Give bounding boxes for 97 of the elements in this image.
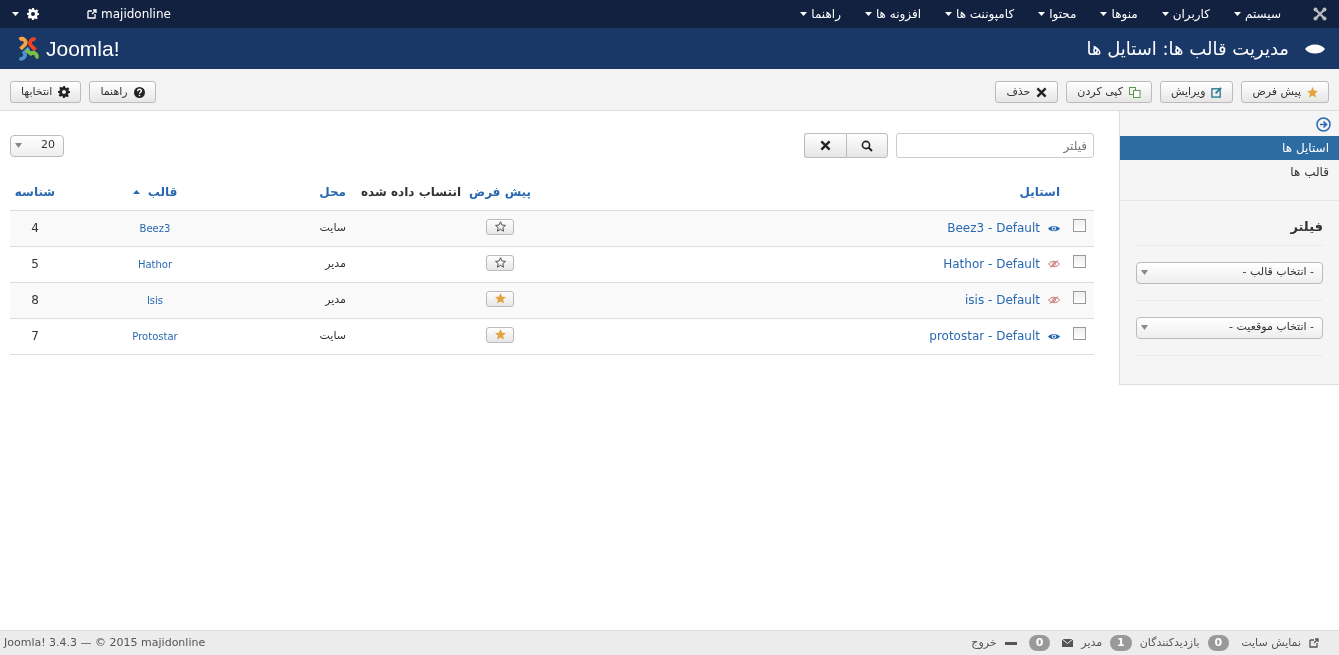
caret-icon <box>12 12 19 16</box>
copyright-text: Joomla! 3.4.3 — © 2015 majidonline <box>4 634 206 651</box>
copy-icon <box>1128 86 1141 98</box>
caret-icon <box>1161 12 1169 16</box>
status-label: مدیر <box>1081 634 1103 651</box>
clear-icon <box>820 140 831 151</box>
caret-icon <box>15 143 22 148</box>
edit-button[interactable]: ویرایش <box>1159 81 1234 103</box>
id-cell: 4 <box>10 210 60 246</box>
row-checkbox[interactable] <box>1072 291 1086 304</box>
help-button[interactable]: راهنما <box>89 81 156 103</box>
count-badge: 1 <box>1110 634 1132 652</box>
search-icon <box>861 139 873 152</box>
column-header[interactable]: قالب <box>132 182 178 201</box>
menu-item[interactable]: افزونه ها <box>864 5 921 23</box>
view-site-link[interactable]: نمایش سایت <box>1241 634 1319 652</box>
star-icon <box>1307 86 1318 98</box>
location-cell: مدیر <box>250 282 350 318</box>
external-link-icon <box>87 9 97 19</box>
default-toggle[interactable] <box>486 326 514 343</box>
delete-icon <box>1036 86 1048 98</box>
default-toggle[interactable] <box>486 290 514 307</box>
column-header: انتساب داده شده <box>361 183 461 201</box>
toggle-sidebar-icon[interactable] <box>1316 117 1331 132</box>
caret-icon <box>945 12 952 16</box>
count-badge: 0 <box>1207 634 1230 652</box>
joomla-logo-text: Joomla! <box>46 35 120 62</box>
column-header[interactable]: استایل <box>1019 182 1060 201</box>
style-link[interactable]: protostar - Default <box>929 327 1040 346</box>
star-icon <box>494 293 506 305</box>
row-checkbox[interactable] <box>1072 219 1086 232</box>
caret-icon <box>864 12 872 16</box>
star-icon <box>494 329 506 341</box>
search-field[interactable]: فیلتر <box>896 133 1094 158</box>
default-toggle[interactable] <box>486 254 514 271</box>
select-field[interactable]: - انتخاب قالب - <box>1136 261 1323 284</box>
menu-item[interactable]: منوها <box>1100 5 1138 23</box>
dash-icon <box>1004 641 1017 645</box>
caret-icon <box>1038 12 1046 16</box>
eye-icon <box>1048 224 1060 232</box>
column-header[interactable]: پیش فرض <box>469 182 531 201</box>
delete-button[interactable]: حذف <box>995 81 1059 103</box>
gear-icon <box>27 8 39 20</box>
gear-icon <box>58 86 71 98</box>
template-link[interactable]: Hathor <box>137 259 173 270</box>
sort-icon <box>132 189 140 194</box>
mail-icon <box>1062 639 1074 647</box>
crossed-eye-icon <box>1048 294 1060 305</box>
count-badge: 0 <box>1028 634 1051 652</box>
external-link-icon <box>1309 638 1319 648</box>
menu-item[interactable]: کامپوننت ها <box>945 5 1015 23</box>
caret-icon <box>1141 270 1148 275</box>
site-link[interactable]: majidonline <box>87 5 171 23</box>
column-header[interactable]: محل <box>319 182 346 201</box>
settings-menu[interactable] <box>12 8 39 20</box>
options-button[interactable]: انتخابها <box>10 81 82 103</box>
caret-icon <box>1234 12 1241 16</box>
default-button[interactable]: پیش فرض <box>1241 81 1329 103</box>
id-cell: 8 <box>10 282 60 318</box>
menu-item[interactable]: کاربران <box>1161 5 1210 23</box>
star-outline-icon <box>494 257 506 269</box>
id-cell: 7 <box>10 318 60 354</box>
caret-icon <box>1141 325 1148 330</box>
select-field[interactable]: - انتخاب موقعیت - <box>1136 316 1323 339</box>
menu-item[interactable]: سیستم <box>1234 5 1281 23</box>
page-title: مدیریت قالب ها: استایل ها <box>1086 37 1289 60</box>
menu-item[interactable]: راهنما <box>800 5 841 23</box>
filter-heading: فیلتر <box>1289 218 1323 236</box>
location-cell: سایت <box>250 318 350 354</box>
limit-select[interactable]: 20 <box>10 134 64 157</box>
style-link[interactable]: Hathor - Default <box>943 254 1040 273</box>
eye-icon <box>1048 332 1060 340</box>
star-outline-icon <box>494 221 506 233</box>
column-header[interactable]: شناسه <box>14 182 56 201</box>
row-checkbox[interactable] <box>1072 327 1086 340</box>
menu-item[interactable]: محتوا <box>1038 5 1077 23</box>
style-link[interactable]: isis - Default <box>965 290 1040 309</box>
sidebar-item[interactable]: قالب ها <box>1120 160 1339 184</box>
caret-icon <box>1100 12 1108 16</box>
style-link[interactable]: Beez3 - Default <box>947 219 1040 238</box>
joomla-icon[interactable] <box>1313 7 1327 21</box>
crossed-eye-icon <box>1048 258 1060 269</box>
template-link[interactable]: Isis <box>146 295 164 306</box>
status-label: خروج <box>971 634 997 651</box>
template-link[interactable]: Protostar <box>132 331 178 342</box>
caret-icon <box>800 12 808 16</box>
status-label: بازدیدکنندگان <box>1139 634 1200 651</box>
location-cell: سایت <box>250 210 350 246</box>
template-link[interactable]: Beez3 <box>139 223 171 234</box>
search-button[interactable] <box>846 133 888 158</box>
copy-button[interactable]: کپی کردن <box>1066 81 1152 103</box>
row-checkbox[interactable] <box>1072 255 1086 268</box>
clear-button[interactable] <box>804 133 846 158</box>
edit-icon <box>1211 86 1223 98</box>
sidebar-item[interactable]: استایل ها <box>1120 136 1339 160</box>
default-toggle[interactable] <box>486 218 514 235</box>
help-icon <box>133 86 145 98</box>
